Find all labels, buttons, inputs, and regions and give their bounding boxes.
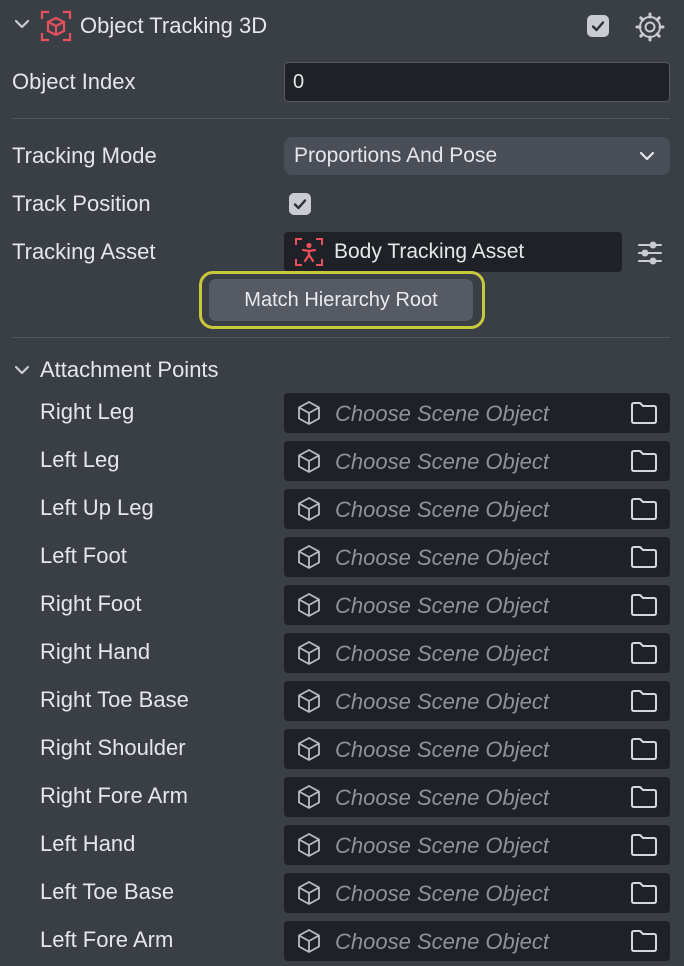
scene-object-placeholder: Choose Scene Object <box>335 689 550 714</box>
attachment-point-label: Left Foot <box>40 543 127 568</box>
attachment-point-label: Right Leg <box>40 399 135 424</box>
tracking-asset-field[interactable]: Body Tracking Asset <box>284 232 622 272</box>
attachment-point-label: Left Toe Base <box>40 879 175 904</box>
scene-object-placeholder: Choose Scene Object <box>335 785 550 810</box>
attachment-point-label: Right Hand <box>40 639 151 664</box>
attachment-point-label: Left Hand <box>40 831 136 856</box>
scene-object-icon <box>298 929 320 953</box>
scene-object-icon <box>298 881 320 905</box>
scene-object-field[interactable]: Choose Scene Object <box>284 921 670 961</box>
scene-object-placeholder: Choose Scene Object <box>335 737 550 762</box>
scene-object-icon <box>298 449 320 473</box>
scene-object-field[interactable]: Choose Scene Object <box>284 729 670 769</box>
scene-object-field[interactable]: Choose Scene Object <box>284 393 670 433</box>
attachment-point-label: Right Toe Base <box>40 687 189 712</box>
scene-object-field[interactable]: Choose Scene Object <box>284 585 670 625</box>
folder-icon[interactable] <box>630 497 658 521</box>
chevron-down-icon <box>639 151 655 161</box>
scene-object-field[interactable]: Choose Scene Object <box>284 825 670 865</box>
tracking-mode-value: Proportions And Pose <box>294 144 498 167</box>
folder-icon[interactable] <box>630 641 658 665</box>
scene-object-placeholder: Choose Scene Object <box>335 449 550 474</box>
scene-object-icon <box>298 785 320 809</box>
scene-object-icon <box>298 401 320 425</box>
scene-object-placeholder: Choose Scene Object <box>335 641 550 666</box>
scene-object-placeholder: Choose Scene Object <box>335 593 550 618</box>
scene-object-placeholder: Choose Scene Object <box>335 833 550 858</box>
collapse-chevron-icon[interactable] <box>12 14 32 34</box>
scene-object-icon <box>298 545 320 569</box>
object-index-label: Object Index <box>12 69 136 94</box>
divider <box>12 337 670 338</box>
scene-object-icon <box>298 833 320 857</box>
match-hierarchy-root-label: Match Hierarchy Root <box>244 288 438 311</box>
object-tracking-icon <box>40 10 72 42</box>
scene-object-field[interactable]: Choose Scene Object <box>284 441 670 481</box>
scene-object-field[interactable]: Choose Scene Object <box>284 489 670 529</box>
scene-object-field[interactable]: Choose Scene Object <box>284 537 670 577</box>
component-title: Object Tracking 3D <box>80 13 268 38</box>
folder-icon[interactable] <box>630 449 658 473</box>
folder-icon[interactable] <box>630 401 658 425</box>
scene-object-placeholder: Choose Scene Object <box>335 929 550 954</box>
object-index-input[interactable]: 0 <box>284 62 670 102</box>
folder-icon[interactable] <box>630 545 658 569</box>
attachment-point-label: Right Fore Arm <box>40 783 188 808</box>
scene-object-icon <box>298 689 320 713</box>
object-index-value: 0 <box>293 71 305 93</box>
attachment-point-label: Left Up Leg <box>40 495 154 520</box>
scene-object-field[interactable]: Choose Scene Object <box>284 777 670 817</box>
folder-icon[interactable] <box>630 881 658 905</box>
body-tracking-icon <box>295 238 323 266</box>
scene-object-icon <box>298 497 320 521</box>
folder-icon[interactable] <box>630 833 658 857</box>
checkmark-icon <box>591 21 605 32</box>
folder-icon[interactable] <box>630 929 658 953</box>
folder-icon[interactable] <box>630 689 658 713</box>
attachment-points-label: Attachment Points <box>40 357 219 382</box>
component-enabled-checkbox[interactable] <box>587 15 609 37</box>
folder-icon[interactable] <box>630 593 658 617</box>
scene-object-field[interactable]: Choose Scene Object <box>284 873 670 913</box>
scene-object-icon <box>298 737 320 761</box>
scene-object-placeholder: Choose Scene Object <box>335 401 550 426</box>
attachment-point-label: Right Shoulder <box>40 735 186 760</box>
tracking-mode-label: Tracking Mode <box>12 143 157 168</box>
tracking-asset-label: Tracking Asset <box>12 239 156 264</box>
scene-object-icon <box>298 641 320 665</box>
match-hierarchy-root-button[interactable]: Match Hierarchy Root <box>209 279 473 321</box>
attachment-point-label: Right Foot <box>40 591 142 616</box>
scene-object-placeholder: Choose Scene Object <box>335 497 550 522</box>
attachment-points-chevron-icon[interactable] <box>12 360 32 380</box>
tracking-asset-value: Body Tracking Asset <box>334 240 525 263</box>
divider <box>12 118 670 119</box>
folder-icon[interactable] <box>630 785 658 809</box>
tracking-mode-dropdown[interactable]: Proportions And Pose <box>284 137 670 175</box>
scene-object-placeholder: Choose Scene Object <box>335 545 550 570</box>
scene-object-field[interactable]: Choose Scene Object <box>284 681 670 721</box>
gear-icon[interactable] <box>635 12 665 42</box>
asset-settings-icon[interactable] <box>636 240 664 266</box>
attachment-point-label: Left Fore Arm <box>40 927 174 952</box>
attachment-point-label: Left Leg <box>40 447 120 472</box>
scene-object-placeholder: Choose Scene Object <box>335 881 550 906</box>
scene-object-icon <box>298 593 320 617</box>
checkmark-icon <box>293 199 307 210</box>
track-position-checkbox[interactable] <box>289 193 311 215</box>
track-position-label: Track Position <box>12 191 151 216</box>
folder-icon[interactable] <box>630 737 658 761</box>
scene-object-field[interactable]: Choose Scene Object <box>284 633 670 673</box>
